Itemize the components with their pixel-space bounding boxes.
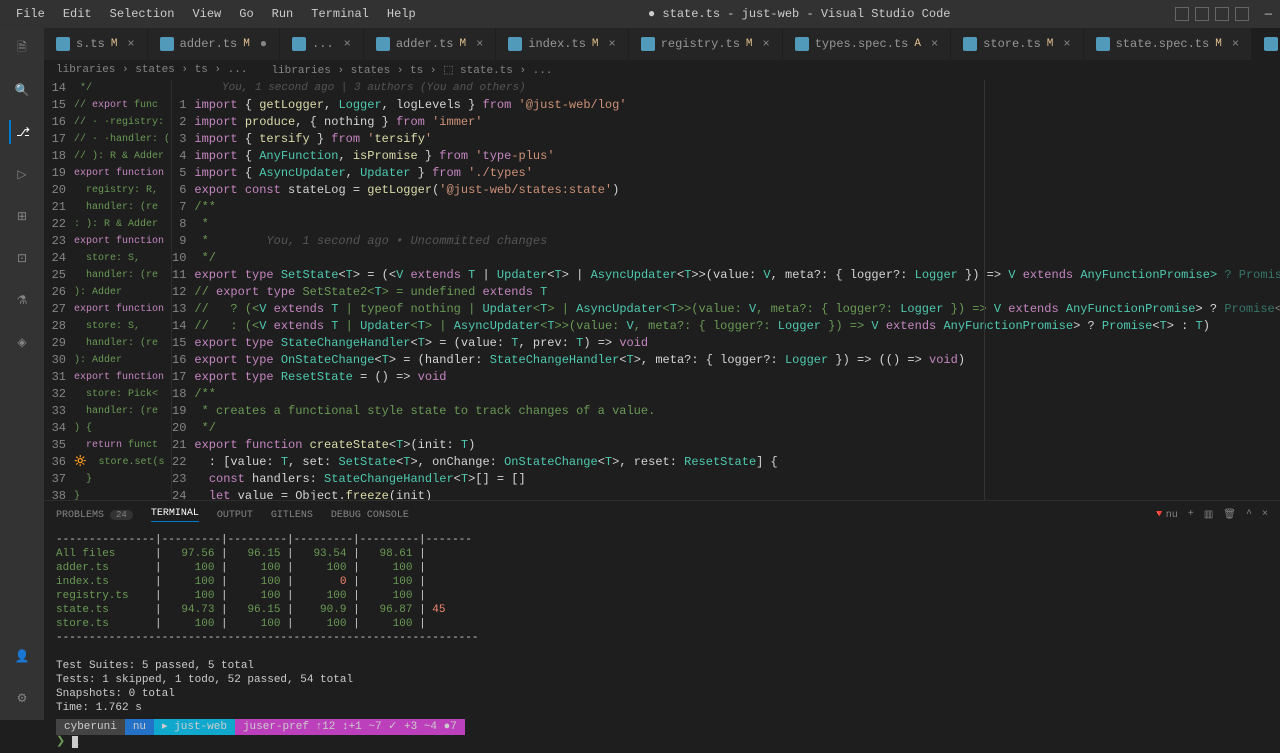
minimap[interactable] xyxy=(1220,80,1280,500)
filter-icon[interactable]: 🔻nu xyxy=(1153,509,1177,521)
code-right[interactable]: import { getLogger, Logger, logLevels } … xyxy=(194,97,1280,500)
minimize-icon[interactable]: — xyxy=(1265,7,1272,21)
menu-selection[interactable]: Selection xyxy=(102,3,183,25)
explorer-icon[interactable]: 🗎 xyxy=(10,36,34,60)
trash-icon[interactable]: 🗑 xyxy=(1223,509,1236,521)
tab-adder-ts[interactable]: adder.ts M× xyxy=(364,28,496,60)
window-title: ● state.ts - just-web - Visual Studio Co… xyxy=(424,7,1175,21)
close-icon[interactable]: × xyxy=(344,37,351,51)
ts-icon xyxy=(1264,37,1278,51)
layout-controls[interactable]: — xyxy=(1175,7,1272,21)
tab-state-spec-ts[interactable]: state.spec.ts M× xyxy=(1084,28,1252,60)
editor-tabs: s.ts M×adder.ts M●...×adder.ts M×index.t… xyxy=(44,28,1280,60)
close-icon[interactable]: × xyxy=(1232,37,1239,51)
close-icon[interactable]: × xyxy=(1063,37,1070,51)
editor-pane-right[interactable]: You, 1 second ago | 3 authors (You and o… xyxy=(172,80,1280,500)
ts-icon xyxy=(160,37,174,51)
split-icon[interactable]: ▥ xyxy=(1204,509,1213,521)
ts-icon xyxy=(508,37,522,51)
panel-tab-terminal[interactable]: TERMINAL xyxy=(151,508,199,522)
menubar: FileEditSelectionViewGoRunTerminalHelp xyxy=(8,3,424,25)
terminal-prompt[interactable]: cyberuninu▸ just-webjuser-pref ↑12 ↕+1 ~… xyxy=(56,719,1268,735)
ts-icon xyxy=(963,37,977,51)
menu-file[interactable]: File xyxy=(8,3,53,25)
maximize-icon[interactable]: ^ xyxy=(1246,509,1252,521)
ts-icon xyxy=(292,37,306,51)
terminal-cursor[interactable]: ❯ _ xyxy=(56,735,1268,749)
editor-pane-left[interactable]: 1415161718192021222324252627282930313233… xyxy=(44,80,172,500)
breadcrumb[interactable]: libraries › states › ts › ... libraries … xyxy=(44,60,1280,80)
menu-go[interactable]: Go xyxy=(231,3,261,25)
debug-icon[interactable]: ▷ xyxy=(10,162,34,186)
code-left[interactable]: */// export func// · ·registry:// · ·han… xyxy=(74,80,170,500)
gitlens-icon[interactable]: ◈ xyxy=(10,330,34,354)
line-numbers-right: 1234567891011121314151617181920212223242… xyxy=(172,97,194,500)
activity-bar: 🗎 🔍 ⎇ ▷ ⊞ ⊡ ⚗ ◈ 👤 ⚙ xyxy=(0,28,44,720)
extensions-icon[interactable]: ⊞ xyxy=(10,204,34,228)
bottom-panel: PROBLEMS 24 TERMINAL OUTPUT GITLENS DEBUG CO… xyxy=(44,500,1280,720)
ts-icon xyxy=(1096,37,1110,51)
menu-view[interactable]: View xyxy=(184,3,229,25)
panel-tabs: PROBLEMS 24 TERMINAL OUTPUT GITLENS DEBUG CO… xyxy=(44,501,1280,529)
account-icon[interactable]: 👤 xyxy=(10,644,34,668)
menu-run[interactable]: Run xyxy=(264,3,302,25)
close-icon[interactable]: × xyxy=(609,37,616,51)
close-icon[interactable]: × xyxy=(763,37,770,51)
ts-icon xyxy=(641,37,655,51)
tab-registry-ts[interactable]: registry.ts M× xyxy=(629,28,783,60)
tab-types-spec-ts[interactable]: types.spec.ts A× xyxy=(783,28,951,60)
test-tests: Tests: 1 skipped, 1 todo, 52 passed, 54 … xyxy=(56,673,1268,687)
codelens[interactable]: You, 1 second ago | 3 authors (You and o… xyxy=(172,80,1280,97)
test-icon[interactable]: ⚗ xyxy=(10,288,34,312)
titlebar: FileEditSelectionViewGoRunTerminalHelp ●… xyxy=(0,0,1280,28)
tab-index-ts[interactable]: index.ts M× xyxy=(496,28,628,60)
close-icon[interactable]: × xyxy=(127,37,134,51)
scm-icon[interactable]: ⎇ xyxy=(9,120,33,144)
remote-icon[interactable]: ⊡ xyxy=(10,246,34,270)
close-icon[interactable]: × xyxy=(931,37,938,51)
tab-s-ts[interactable]: s.ts M× xyxy=(44,28,148,60)
coverage-table: ---------------|---------|---------|----… xyxy=(56,533,1268,631)
menu-edit[interactable]: Edit xyxy=(55,3,100,25)
ts-icon xyxy=(795,37,809,51)
menu-help[interactable]: Help xyxy=(379,3,424,25)
test-suites: Test Suites: 5 passed, 5 total xyxy=(56,659,1268,673)
panel-tab-problems[interactable]: PROBLEMS 24 xyxy=(56,510,133,521)
editor-area: 1415161718192021222324252627282930313233… xyxy=(44,80,1280,500)
panel-tab-debug-console[interactable]: DEBUG CONSOLE xyxy=(331,510,409,521)
tab-adder-ts[interactable]: adder.ts M● xyxy=(148,28,280,60)
terminal[interactable]: ---------------|---------|---------|----… xyxy=(44,529,1280,753)
ts-icon xyxy=(56,37,70,51)
panel-tab-output[interactable]: OUTPUT xyxy=(217,510,253,521)
tab----[interactable]: ...× xyxy=(280,28,364,60)
panel-tab-gitlens[interactable]: GITLENS xyxy=(271,510,313,521)
test-time: Time: 1.762 s xyxy=(56,701,1268,715)
search-icon[interactable]: 🔍 xyxy=(10,78,34,102)
tab-store-ts[interactable]: store.ts M× xyxy=(951,28,1083,60)
line-numbers-left: 1415161718192021222324252627282930313233… xyxy=(44,80,74,500)
ts-icon xyxy=(376,37,390,51)
close-icon[interactable]: × xyxy=(476,37,483,51)
tab-state-ts[interactable]: state.ts M● xyxy=(1252,28,1280,60)
close-panel-icon[interactable]: × xyxy=(1262,509,1268,521)
menu-terminal[interactable]: Terminal xyxy=(303,3,377,25)
settings-icon[interactable]: ⚙ xyxy=(10,686,34,710)
add-terminal-icon[interactable]: + xyxy=(1188,509,1194,521)
test-snapshots: Snapshots: 0 total xyxy=(56,687,1268,701)
